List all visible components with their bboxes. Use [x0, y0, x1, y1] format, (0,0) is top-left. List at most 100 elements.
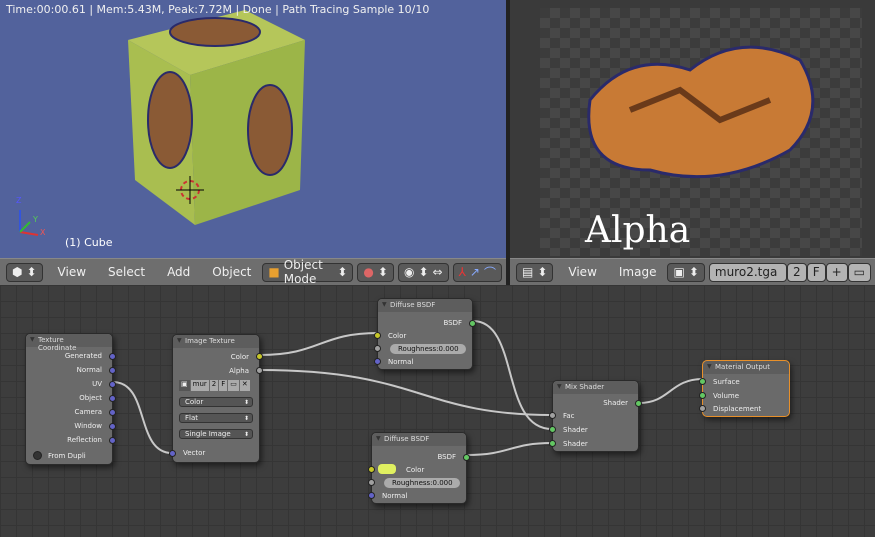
socket-label: UV [92, 380, 102, 388]
menu-view[interactable]: View [47, 265, 97, 279]
socket-label: Displacement [713, 405, 762, 413]
node-title: Mix Shader [553, 381, 638, 394]
rendered-cube [19, 10, 305, 236]
socket-label: Color [388, 332, 407, 340]
output-socket-alpha[interactable] [256, 367, 263, 374]
input-socket-roughness[interactable] [368, 479, 375, 486]
socket-label: Window [74, 422, 102, 430]
output-socket[interactable] [109, 381, 116, 388]
node-texture-coordinate[interactable]: Texture Coordinate Generated Normal UV O… [25, 333, 116, 465]
output-socket-bsdf[interactable] [469, 320, 476, 327]
socket-label: Surface [713, 378, 740, 386]
input-socket-shader[interactable] [549, 440, 556, 447]
image-selector[interactable]: ▣ mur 2 F ▭ ✕ [179, 380, 253, 391]
node-image-texture[interactable]: Image Texture Color Alpha ▣ mur 2 F ▭ ✕ … [169, 334, 263, 463]
output-socket[interactable] [109, 353, 116, 360]
checkbox-label: From Dupli [48, 452, 86, 460]
socket-label: Volume [713, 392, 740, 400]
socket-label: Camera [74, 408, 102, 416]
socket-label: Reflection [67, 436, 102, 444]
from-dupli-checkbox[interactable] [33, 451, 42, 460]
folder-icon[interactable]: ▭ [228, 380, 239, 391]
roughness-field[interactable]: Roughness: 0.000 [384, 478, 460, 488]
image-icon: ▣ [179, 380, 190, 391]
socket-label: Normal [76, 366, 102, 374]
folder-icon: ▭ [853, 265, 865, 279]
graffiti-image [587, 45, 815, 179]
axis-y: Y [33, 215, 38, 224]
image-editor-header: ▤ ⬍ View Image ▣ ⬍ muro2.tga 2 F + ▭ [510, 258, 875, 285]
new-image-button[interactable]: + [825, 262, 848, 282]
editor-type-button[interactable]: ▤ ⬍ [516, 262, 554, 282]
pivot-select[interactable]: ◉ ⬍ ⇔ [397, 262, 449, 282]
input-socket-shader[interactable] [549, 426, 556, 433]
image-editor[interactable]: Alpha [510, 0, 875, 258]
open-image-button[interactable]: ▭ [847, 262, 871, 282]
input-socket-color[interactable] [374, 332, 381, 339]
socket-label: Shader [563, 426, 588, 434]
image-users[interactable]: 2 [787, 262, 807, 282]
node-diffuse-bsdf[interactable]: Diffuse BSDF BSDF Color Roughness:0.000 … [368, 432, 470, 504]
fake-user-toggle[interactable]: F [806, 262, 826, 282]
input-socket-fac[interactable] [549, 412, 556, 419]
image-name-field[interactable]: muro2.tga [708, 262, 788, 282]
node-title: Diffuse BSDF [378, 299, 472, 312]
output-socket[interactable] [109, 437, 116, 444]
input-socket-surface[interactable] [699, 378, 706, 385]
input-socket-volume[interactable] [699, 392, 706, 399]
node-title: Diffuse BSDF [372, 433, 466, 446]
menu-add[interactable]: Add [156, 265, 201, 279]
color-swatch[interactable] [378, 464, 396, 474]
node-diffuse-bsdf[interactable]: Diffuse BSDF BSDF Color Roughness:0.000 … [374, 298, 476, 370]
socket-label: Fac [563, 412, 575, 420]
menu-object[interactable]: Object [201, 265, 262, 279]
3d-viewport[interactable]: Z Y X Time:00:00.61 | Mem:5.43M, Peak:7.… [0, 0, 506, 258]
image-name[interactable]: mur [190, 380, 209, 391]
pivot-icon: ◉ [403, 265, 415, 279]
close-icon[interactable]: ✕ [239, 380, 250, 391]
link-uv-vector [112, 381, 173, 454]
output-socket-color[interactable] [256, 353, 263, 360]
socket-label: BSDF [437, 453, 456, 461]
input-socket-vector[interactable] [169, 450, 176, 457]
editor-type-button[interactable]: ⬢ ⬍ [6, 262, 43, 282]
image-users[interactable]: 2 [209, 380, 219, 391]
node-material-output[interactable]: Material Output Surface Volume Displacem… [699, 360, 790, 417]
menu-view[interactable]: View [557, 265, 607, 279]
transform-manipulators[interactable]: ⅄ ↗ ⌒ [452, 262, 502, 282]
mode-select[interactable]: ■ Object Mode ⬍ [262, 258, 354, 286]
input-socket-color[interactable] [368, 466, 375, 473]
socket-label: Normal [388, 358, 414, 366]
fake-user[interactable]: F [219, 380, 228, 391]
output-socket[interactable] [109, 409, 116, 416]
axis-x: X [40, 228, 46, 237]
menu-image[interactable]: Image [608, 265, 668, 279]
input-socket-roughness[interactable] [374, 345, 381, 352]
output-socket-bsdf[interactable] [463, 454, 470, 461]
image-browse-button[interactable]: ▣ ⬍ [667, 262, 705, 282]
cube-icon: ⬢ [12, 265, 23, 279]
output-socket[interactable] [109, 423, 116, 430]
projection-select[interactable]: Flat [179, 413, 253, 423]
active-object-label: (1) Cube [65, 236, 113, 249]
source-select[interactable]: Single Image [179, 429, 253, 439]
output-socket[interactable] [109, 395, 116, 402]
socket-label: Color [230, 353, 249, 361]
socket-label: Vector [183, 449, 206, 457]
input-socket-normal[interactable] [374, 358, 381, 365]
node-editor[interactable]: Texture Coordinate Generated Normal UV O… [0, 285, 875, 537]
socket-label: Generated [64, 352, 102, 360]
menu-select[interactable]: Select [97, 265, 156, 279]
node-title: Material Output [703, 361, 789, 374]
shading-select[interactable]: ● ⬍ [357, 262, 394, 282]
output-socket-shader[interactable] [635, 400, 642, 407]
input-socket-displacement[interactable] [699, 405, 706, 412]
color-space-select[interactable]: Color [179, 397, 253, 407]
input-socket-normal[interactable] [368, 492, 375, 499]
node-title: Image Texture [173, 335, 259, 348]
node-mix-shader[interactable]: Mix Shader Shader Fac Shader Shader [549, 380, 642, 452]
socket-label: Color [406, 466, 425, 474]
view3d-header: ⬢ ⬍ View Select Add Object ■ Object Mode ⬍ … [0, 258, 506, 286]
roughness-field[interactable]: Roughness: 0.000 [390, 344, 466, 354]
output-socket[interactable] [109, 367, 116, 374]
